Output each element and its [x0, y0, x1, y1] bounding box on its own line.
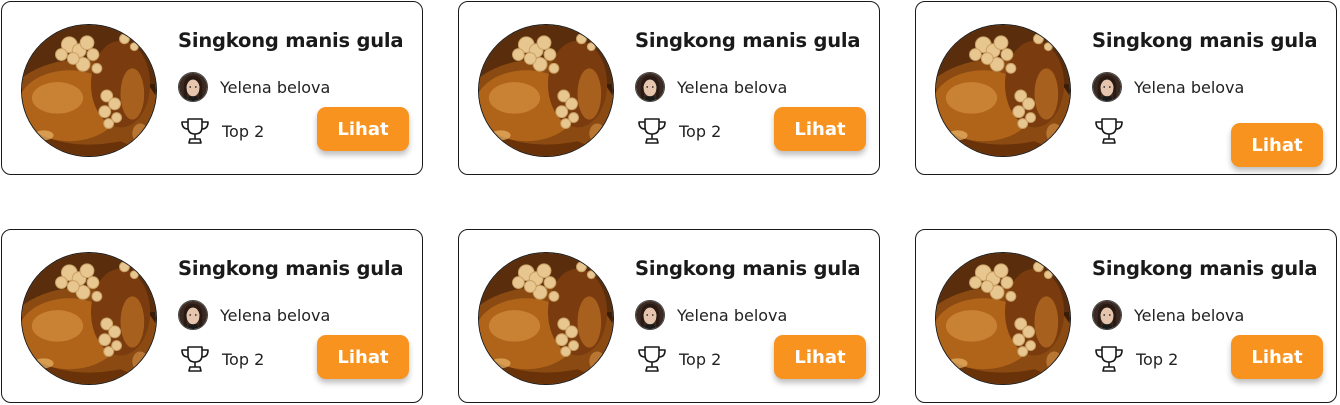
author-name: Yelena belova [220, 77, 331, 97]
food-photo [21, 252, 157, 385]
recipe-title: Singkong manis gula [635, 257, 861, 280]
recipe-card: Singkong manis gula Yelena belova Top 2 … [458, 229, 880, 403]
view-button[interactable]: Lihat [774, 335, 866, 379]
food-photo [935, 252, 1071, 385]
author-name: Yelena belova [220, 305, 331, 325]
avatar [635, 300, 665, 330]
avatar [178, 72, 208, 102]
avatar [1092, 300, 1122, 330]
recipe-card: Singkong manis gula Yelena belova Top 2 … [1, 1, 423, 175]
avatar [1092, 72, 1122, 102]
rank-label: Top 2 [222, 121, 265, 141]
food-photo [478, 24, 614, 157]
recipe-title: Singkong manis gula [178, 29, 404, 52]
rank-label: Top 2 [679, 349, 722, 369]
recipe-title: Singkong manis gula [635, 29, 861, 52]
recipe-card: Singkong manis gula Yelena belova Top 2 … [458, 1, 880, 175]
author-row: Yelena belova [1092, 71, 1244, 103]
rank-row: Top 2 [180, 344, 264, 374]
rank-row: Top 2 [1094, 344, 1178, 374]
rank-row [1094, 116, 1136, 146]
trophy-icon [180, 117, 210, 145]
trophy-icon [1094, 117, 1124, 145]
trophy-icon [637, 117, 667, 145]
recipe-title: Singkong manis gula [178, 257, 404, 280]
recipe-card: Singkong manis gula Yelena belova Top 2 … [1, 229, 423, 403]
food-photo [21, 24, 157, 157]
view-button[interactable]: Lihat [1231, 335, 1323, 379]
trophy-icon [180, 345, 210, 373]
rank-row: Top 2 [180, 116, 264, 146]
recipe-title: Singkong manis gula [1092, 257, 1318, 280]
avatar [178, 300, 208, 330]
author-name: Yelena belova [1134, 77, 1245, 97]
recipe-card: Singkong manis gula Yelena belova Lihat [915, 1, 1337, 175]
avatar [635, 72, 665, 102]
view-button[interactable]: Lihat [1231, 123, 1323, 167]
trophy-icon [637, 345, 667, 373]
recipe-title: Singkong manis gula [1092, 29, 1318, 52]
author-name: Yelena belova [677, 77, 788, 97]
author-row: Yelena belova [635, 71, 787, 103]
view-button[interactable]: Lihat [317, 107, 409, 151]
author-name: Yelena belova [1134, 305, 1245, 325]
author-name: Yelena belova [677, 305, 788, 325]
rank-row: Top 2 [637, 116, 721, 146]
rank-label: Top 2 [222, 349, 265, 369]
recipe-card: Singkong manis gula Yelena belova Top 2 … [915, 229, 1337, 403]
author-row: Yelena belova [178, 299, 330, 331]
food-photo [478, 252, 614, 385]
rank-label: Top 2 [1136, 349, 1179, 369]
trophy-icon [1094, 345, 1124, 373]
view-button[interactable]: Lihat [317, 335, 409, 379]
view-button[interactable]: Lihat [774, 107, 866, 151]
food-photo [935, 24, 1071, 157]
author-row: Yelena belova [635, 299, 787, 331]
author-row: Yelena belova [178, 71, 330, 103]
rank-row: Top 2 [637, 344, 721, 374]
author-row: Yelena belova [1092, 299, 1244, 331]
rank-label: Top 2 [679, 121, 722, 141]
